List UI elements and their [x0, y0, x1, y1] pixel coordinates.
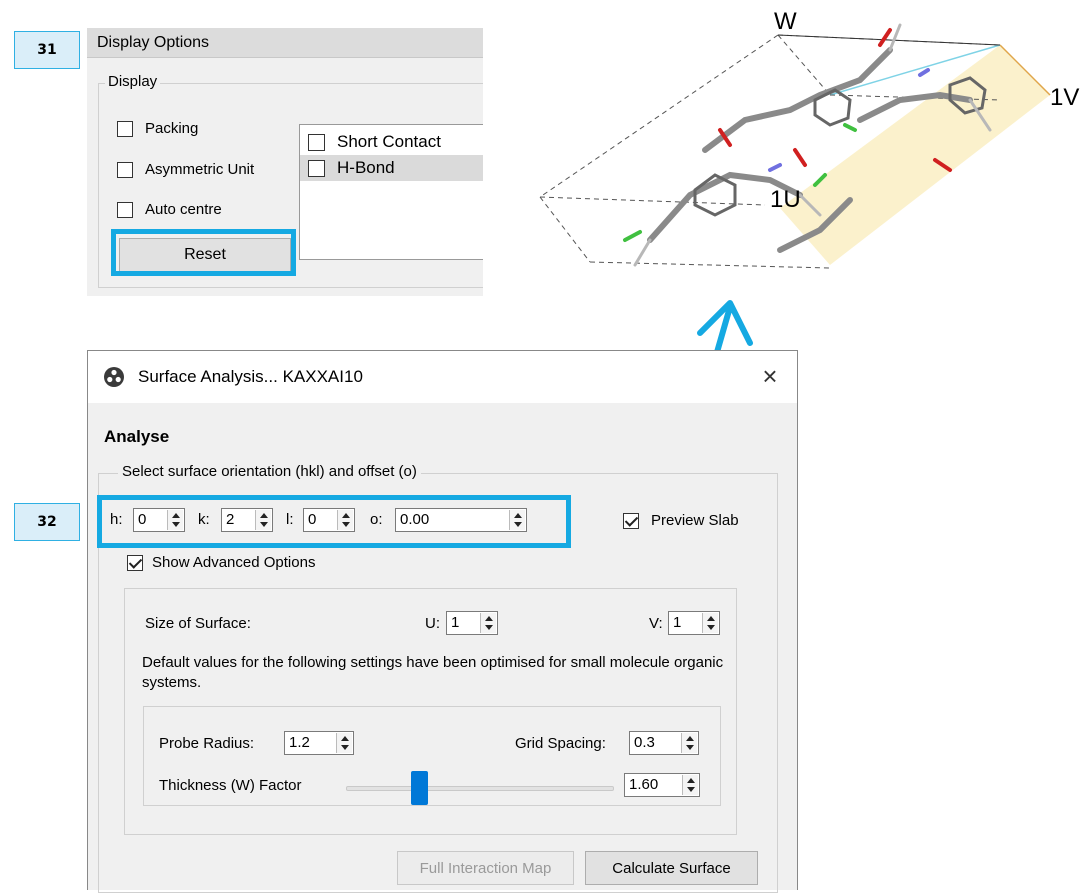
auto-centre-checkbox-box[interactable]	[117, 201, 133, 218]
h-label: h:	[110, 511, 123, 528]
h-bond-label: H-Bond	[337, 158, 395, 177]
thickness-slider-track[interactable]	[346, 786, 614, 791]
v-value[interactable]: 1	[673, 614, 681, 631]
l-spin-arrows-icon[interactable]	[337, 510, 353, 530]
badge-31: 31	[14, 31, 80, 69]
u-label: U:	[425, 615, 440, 632]
v-spinbox[interactable]: 1	[668, 611, 720, 635]
k-spin-arrows-icon[interactable]	[255, 510, 271, 530]
preview-slab-label: Preview Slab	[651, 512, 739, 529]
display-options-panel: Display Options Display Packing Asymmetr…	[87, 28, 483, 296]
l-spinbox[interactable]: 0	[303, 508, 355, 532]
preview-slab-checkbox-box[interactable]	[623, 512, 639, 529]
crystal-slab-graphic	[539, 23, 1051, 269]
u-spinbox[interactable]: 1	[446, 611, 498, 635]
contacts-list[interactable]: Short Contact H-Bond	[299, 124, 483, 260]
h-bond-checkbox[interactable]	[308, 159, 325, 177]
display-options-header: Display Options	[87, 28, 483, 58]
axis-label-1u: 1U	[770, 186, 801, 213]
h-spinbox[interactable]: 0	[133, 508, 185, 532]
k-spinbox[interactable]: 2	[221, 508, 273, 532]
full-interaction-map-button[interactable]: Full Interaction Map	[397, 851, 574, 885]
advanced-options-checkbox[interactable]: Show Advanced Options	[127, 554, 315, 571]
thickness-spinbox[interactable]: 1.60	[624, 773, 700, 797]
v-label: V:	[649, 615, 663, 632]
h-spin-arrows-icon[interactable]	[167, 510, 183, 530]
molecule-viewer[interactable]: W 1V 1U	[530, 0, 1088, 300]
packing-label: Packing	[145, 120, 199, 137]
l-label: l:	[286, 511, 294, 528]
packing-checkbox[interactable]: Packing	[117, 120, 198, 137]
probe-radius-spinbox[interactable]: 1.2	[284, 731, 354, 755]
probe-radius-value[interactable]: 1.2	[289, 734, 310, 751]
grid-spacing-label: Grid Spacing:	[515, 735, 606, 752]
asymmetric-unit-checkbox[interactable]: Asymmetric Unit	[117, 161, 254, 178]
advanced-options-label: Show Advanced Options	[152, 554, 316, 571]
size-of-surface-label: Size of Surface:	[145, 615, 251, 632]
auto-centre-checkbox[interactable]: Auto centre	[117, 201, 222, 218]
asymmetric-unit-checkbox-box[interactable]	[117, 161, 133, 178]
u-value[interactable]: 1	[451, 614, 459, 631]
thickness-spin-arrows-icon[interactable]	[682, 775, 698, 795]
thickness-label: Thickness (W) Factor	[159, 777, 302, 794]
defaults-note: Default values for the following setting…	[142, 654, 724, 691]
advanced-options-checkbox-box[interactable]	[127, 554, 143, 571]
display-group-title: Display	[105, 73, 161, 90]
l-value[interactable]: 0	[308, 511, 316, 528]
reset-button[interactable]: Reset	[119, 238, 291, 272]
h-value[interactable]: 0	[138, 511, 146, 528]
grid-spin-arrows-icon[interactable]	[681, 733, 697, 753]
grid-spacing-value[interactable]: 0.3	[634, 734, 655, 751]
badge-32: 32	[14, 503, 80, 541]
orientation-group-title: Select surface orientation (hkl) and off…	[118, 463, 421, 480]
dialog-title: Surface Analysis... KAXXAI10	[138, 367, 363, 386]
probe-spin-arrows-icon[interactable]	[336, 733, 352, 753]
u-spin-arrows-icon[interactable]	[480, 613, 496, 633]
close-icon[interactable]: ×	[755, 361, 785, 391]
preview-slab-checkbox[interactable]: Preview Slab	[623, 512, 739, 529]
packing-checkbox-box[interactable]	[117, 120, 133, 137]
grid-spacing-spinbox[interactable]: 0.3	[629, 731, 699, 755]
axis-label-1v: 1V	[1050, 84, 1080, 111]
auto-centre-label: Auto centre	[145, 201, 222, 218]
short-contact-label: Short Contact	[337, 132, 441, 151]
o-spin-arrows-icon[interactable]	[509, 510, 525, 530]
short-contact-checkbox[interactable]	[308, 133, 325, 151]
list-item-h-bond[interactable]: H-Bond	[300, 155, 483, 181]
list-item-short-contact[interactable]: Short Contact	[300, 129, 483, 155]
probe-radius-label: Probe Radius:	[159, 735, 255, 752]
o-label: o:	[370, 511, 383, 528]
surface-analysis-dialog: Surface Analysis... KAXXAI10 × Analyse S…	[87, 350, 798, 893]
thickness-slider-handle[interactable]	[411, 771, 428, 805]
thickness-value[interactable]: 1.60	[629, 776, 658, 793]
o-spinbox[interactable]: 0.00	[395, 508, 527, 532]
dialog-titlebar[interactable]: Surface Analysis... KAXXAI10 ×	[88, 351, 797, 403]
o-value[interactable]: 0.00	[400, 511, 429, 528]
calculate-surface-button[interactable]: Calculate Surface	[585, 851, 758, 885]
asymmetric-unit-label: Asymmetric Unit	[145, 161, 255, 178]
v-spin-arrows-icon[interactable]	[702, 613, 718, 633]
k-value[interactable]: 2	[226, 511, 234, 528]
analyse-heading: Analyse	[104, 427, 170, 446]
k-label: k:	[198, 511, 210, 528]
axis-label-w: W	[774, 8, 797, 35]
app-icon	[104, 367, 124, 387]
